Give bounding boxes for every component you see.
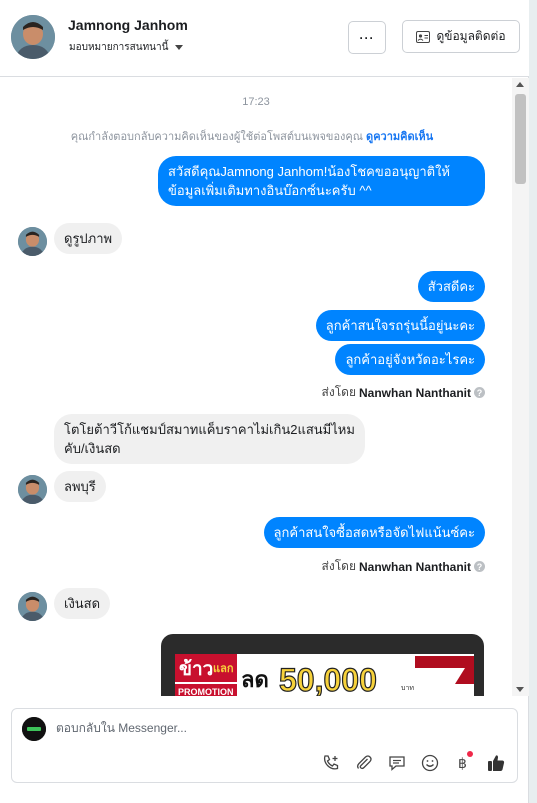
message-line: โตโยต้าวีโก้แชมป์สมาทแค็บราคาไม่เกิน2แสน…	[64, 422, 355, 437]
sent-by-name: Nanwhan Nanthanit	[358, 559, 471, 574]
chevron-down-icon	[175, 45, 184, 50]
promo-tag: PROMOTION	[178, 687, 234, 696]
message-bubble-outgoing[interactable]: ลูกค้าสนใจรถรุ่นนี้อยู่นะคะ	[315, 310, 485, 341]
message-line: คับ/เงินสด	[64, 441, 121, 456]
message-bubble-outgoing[interactable]: สวัสดีคุณJamnong Janhom!น้องโชคขออนุญาติ…	[158, 156, 485, 206]
conversation-panel: Jamnong Janhom มอบหมายการสนทนานี้ ··· ดู…	[0, 0, 529, 803]
contact-name[interactable]: Jamnong Janhom	[68, 17, 188, 33]
more-options-button[interactable]: ···	[348, 21, 386, 54]
message-bubble-outgoing[interactable]: สัวสดีคะ	[417, 271, 485, 302]
view-contact-label: ดูข้อมูลติดต่อ	[436, 29, 506, 43]
message-scrollbar[interactable]	[512, 78, 529, 696]
timestamp: 17:23	[242, 96, 270, 108]
promo-amount: 50,000	[279, 662, 377, 696]
sent-by-prefix: ส่งโดย	[321, 385, 356, 399]
page-avatar	[22, 717, 46, 741]
message-line: ข้อมูลเพิ่มเติมทางอินบ๊อกซ์นะครับ ^^	[168, 183, 372, 198]
sent-by-name: Nanwhan Nanthanit	[358, 385, 471, 400]
reply-input[interactable]	[56, 721, 476, 735]
assign-label: มอบหมายการสนทนานี้	[69, 42, 169, 53]
info-icon[interactable]: ?	[474, 561, 485, 572]
emoji-icon[interactable]	[418, 751, 441, 774]
message-bubble-outgoing[interactable]: ลูกค้าสนใจซื้อสดหรือจัดไฟแน้นซ์คะ	[263, 517, 485, 548]
promotion-banner: ข้าว แลก PROMOTION ลด 50,000 บาท	[175, 654, 474, 696]
thumbs-up-icon[interactable]	[484, 751, 507, 774]
message-bubble-incoming[interactable]: โตโยต้าวีโก้แชมป์สมาทแค็บราคาไม่เกิน2แสน…	[54, 414, 365, 464]
svg-text:฿: ฿	[458, 756, 467, 772]
scroll-thumb[interactable]	[515, 94, 526, 184]
view-comment-link[interactable]: ดูความคิดเห็น	[366, 131, 433, 143]
conversation-header: Jamnong Janhom มอบหมายการสนทนานี้ ··· ดู…	[0, 0, 529, 77]
assign-conversation-dropdown[interactable]: มอบหมายการสนทนานี้	[69, 40, 184, 55]
sent-by-label: ส่งโดย Nanwhan Nanthanit ?	[322, 557, 485, 576]
info-icon[interactable]: ?	[474, 387, 485, 398]
sent-by-prefix: ส่งโดย	[321, 559, 356, 573]
scroll-down-arrow-icon[interactable]	[516, 687, 524, 692]
contact-avatar[interactable]	[11, 15, 55, 59]
message-composer: ฿	[11, 708, 518, 783]
phone-add-icon[interactable]	[319, 751, 342, 774]
baht-payment-icon[interactable]: ฿	[451, 751, 474, 774]
message-line: สวัสดีคุณJamnong Janhom!น้องโชคขออนุญาติ…	[168, 164, 450, 179]
promo-unit: บาท	[401, 685, 414, 692]
saved-reply-icon[interactable]	[385, 751, 408, 774]
message-bubble-incoming[interactable]: ดูรูปภาพ	[54, 223, 123, 254]
promo-word3: ลด	[241, 667, 269, 692]
notice-text: คุณกำลังตอบกลับความคิดเห็นของผู้ใช้ต่อโพ…	[70, 131, 363, 143]
notification-dot	[467, 751, 473, 757]
composer-toolbar: ฿	[319, 751, 507, 774]
more-options-icon: ···	[359, 30, 375, 45]
scroll-up-arrow-icon[interactable]	[516, 82, 524, 87]
promotion-image-attachment[interactable]: ข้าว แลก PROMOTION ลด 50,000 บาท	[161, 634, 484, 696]
promo-word1: ข้าว	[179, 658, 213, 680]
comment-reply-notice: คุณกำลังตอบกลับความคิดเห็นของผู้ใช้ต่อโพ…	[0, 127, 504, 145]
contact-card-icon	[416, 30, 431, 43]
contact-avatar-small	[18, 592, 47, 621]
message-bubble-incoming[interactable]: ลพบุรี	[54, 471, 106, 502]
view-contact-button[interactable]: ดูข้อมูลติดต่อ	[402, 20, 520, 53]
attachment-icon[interactable]	[352, 751, 375, 774]
contact-avatar-small	[18, 475, 47, 504]
message-bubble-outgoing[interactable]: ลูกค้าอยู่จังหวัดอะไรคะ	[335, 344, 485, 375]
promo-word2: แลก	[213, 663, 234, 675]
message-list[interactable]: 17:23 คุณกำลังตอบกลับความคิดเห็นของผู้ใช…	[0, 78, 512, 696]
message-bubble-incoming[interactable]: เงินสด	[54, 588, 111, 619]
contact-avatar-small	[18, 227, 47, 256]
sent-by-label: ส่งโดย Nanwhan Nanthanit ?	[322, 383, 485, 402]
